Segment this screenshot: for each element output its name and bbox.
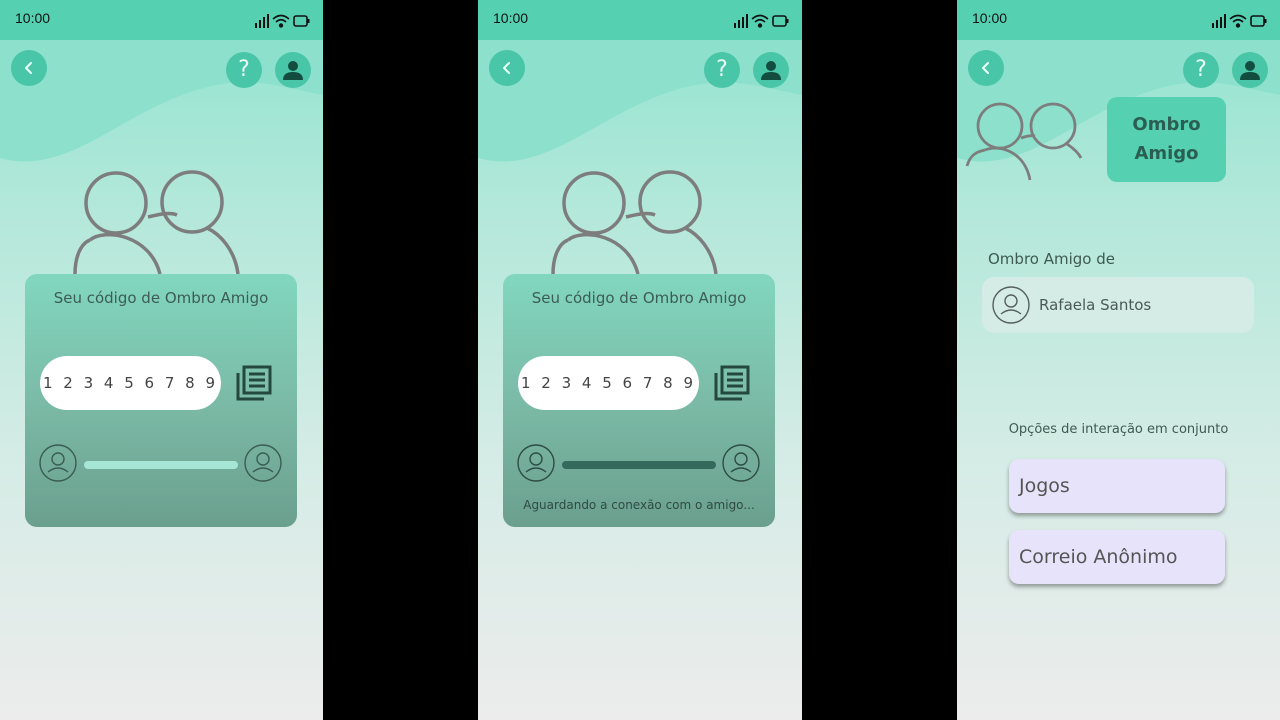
title-line-2: Amigo: [1134, 142, 1199, 164]
status-bar: 10:00: [478, 0, 802, 40]
ombro-amigo-title-box: Ombro Amigo: [1107, 97, 1226, 182]
friend-avatar-icon: [722, 444, 760, 482]
friend-code-field[interactable]: 1 2 3 4 5 6 7 8 9: [40, 356, 221, 410]
help-button[interactable]: ?: [704, 52, 740, 88]
back-button[interactable]: [968, 50, 1004, 86]
user-icon: [283, 61, 303, 80]
connection-progress: [562, 461, 716, 469]
section-label: Ombro Amigo de: [988, 250, 1115, 268]
phone-screen-friend: 10:00 ? Ombro Amigo Ombro Amigo de Rafae…: [957, 0, 1280, 720]
status-icons: [255, 14, 310, 28]
wifi-icon: [751, 14, 769, 28]
phone-screen-code: 10:00 ? Seu código de Ombro Amigo 1 2 3 …: [0, 0, 323, 720]
profile-button[interactable]: [1232, 52, 1268, 88]
status-icons: [1212, 14, 1267, 28]
battery-icon: [1250, 15, 1267, 27]
friend-name: Rafaela Santos: [1039, 296, 1152, 314]
help-button[interactable]: ?: [1183, 52, 1219, 88]
back-button[interactable]: [489, 50, 525, 86]
friends-illustration: [551, 170, 718, 274]
connection-progress: [84, 461, 238, 469]
card-title: Seu código de Ombro Amigo: [531, 289, 747, 307]
option-jogos-button[interactable]: Jogos: [1009, 459, 1225, 513]
question-mark-icon: ?: [238, 57, 250, 82]
friend-code-field[interactable]: 1 2 3 4 5 6 7 8 9: [518, 356, 699, 410]
status-time: 10:00: [972, 10, 1008, 26]
back-button[interactable]: [11, 50, 47, 86]
person-outline-icon: [992, 286, 1030, 324]
code-card: Seu código de Ombro Amigo 1 2 3 4 5 6 7 …: [503, 274, 775, 527]
card-title: Seu código de Ombro Amigo: [53, 289, 269, 307]
friends-illustration: [73, 170, 240, 274]
status-bar: 10:00: [957, 0, 1280, 40]
signal-icon: [255, 14, 269, 28]
friend-row[interactable]: Rafaela Santos: [982, 277, 1254, 333]
code-card: Seu código de Ombro Amigo 1 2 3 4 5 6 7 …: [25, 274, 297, 527]
signal-icon: [734, 14, 748, 28]
phone-screen-waiting: 10:00 ? Seu código de Ombro Amigo 1 2 3 …: [478, 0, 802, 720]
help-button[interactable]: ?: [226, 52, 262, 88]
status-time: 10:00: [493, 10, 529, 26]
battery-icon: [293, 15, 310, 27]
friend-avatar-icon: [244, 444, 282, 482]
wifi-icon: [272, 14, 290, 28]
profile-button[interactable]: [753, 52, 789, 88]
user-icon: [761, 61, 781, 80]
signal-icon: [1212, 14, 1226, 28]
status-time: 10:00: [15, 10, 51, 26]
user-icon: [1240, 61, 1260, 80]
profile-button[interactable]: [275, 52, 311, 88]
question-mark-icon: ?: [1195, 57, 1207, 82]
title-line-1: Ombro: [1132, 113, 1201, 135]
question-mark-icon: ?: [716, 57, 728, 82]
my-avatar-icon: [39, 444, 77, 482]
status-icons: [734, 14, 789, 28]
options-label: Opções de interação em conjunto: [1008, 422, 1229, 437]
copy-documents-icon[interactable]: [235, 364, 273, 402]
status-bar: 10:00: [0, 0, 323, 40]
option-correio-anonimo-button[interactable]: Correio Anônimo: [1009, 530, 1225, 584]
friends-illustration: [965, 102, 1083, 181]
header-wave: [0, 40, 323, 162]
chevron-left-icon: [982, 62, 989, 74]
battery-icon: [772, 15, 789, 27]
my-avatar-icon: [517, 444, 555, 482]
waiting-status-text: Aguardando a conexão com o amigo...: [523, 498, 755, 512]
copy-documents-icon[interactable]: [713, 364, 751, 402]
wifi-icon: [1229, 14, 1247, 28]
chevron-left-icon: [503, 62, 510, 74]
chevron-left-icon: [25, 62, 32, 74]
